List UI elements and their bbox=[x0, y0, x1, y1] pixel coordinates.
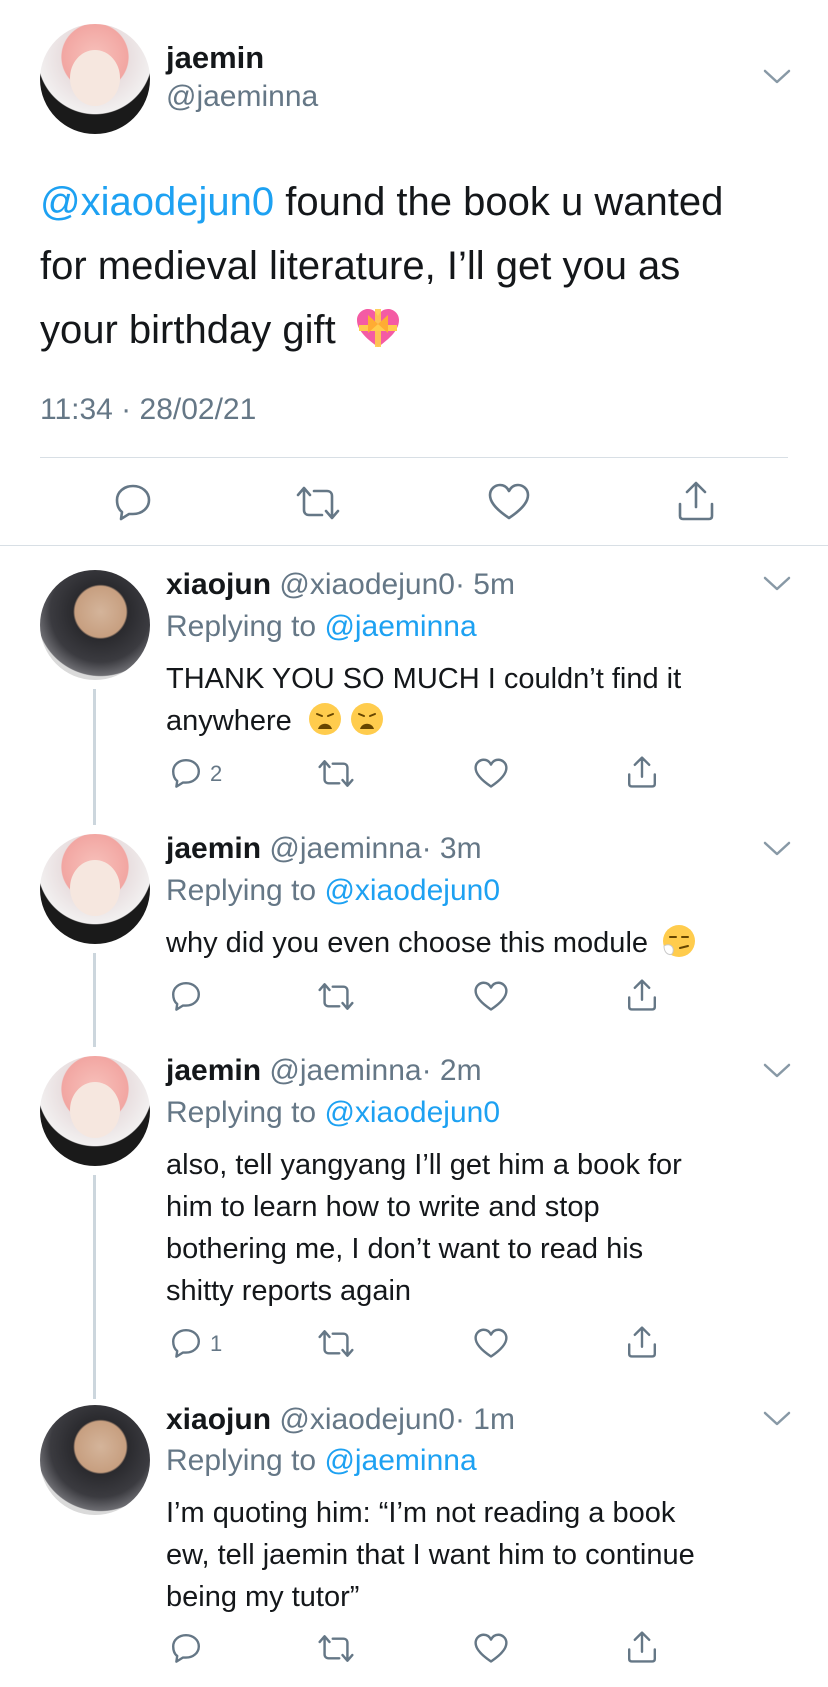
section-divider bbox=[0, 545, 828, 546]
sneezing-face-icon bbox=[662, 924, 696, 958]
reply-text-line: THANK YOU SO MUCH I couldn’t find it bbox=[166, 663, 682, 695]
reply-icon[interactable] bbox=[170, 757, 202, 789]
replying-to-label: Replying to bbox=[166, 610, 317, 643]
thread-line bbox=[93, 953, 96, 1047]
reply-icon[interactable] bbox=[170, 1327, 202, 1359]
retweet-icon[interactable] bbox=[318, 1633, 354, 1664]
retweet-icon[interactable] bbox=[318, 758, 354, 789]
reply-text: also, tell yangyang I’ll get him a book … bbox=[166, 1144, 806, 1312]
author-name[interactable]: jaemin bbox=[166, 1054, 261, 1087]
chevron-down-icon[interactable] bbox=[762, 68, 792, 86]
reply-text: THANK YOU SO MUCH I couldn’t find it any… bbox=[166, 658, 786, 742]
author-name[interactable]: jaemin bbox=[166, 40, 264, 76]
reply-text-line: shitty reports again bbox=[166, 1275, 412, 1307]
replying-to-link[interactable]: @xiaodejun0 bbox=[324, 1096, 500, 1129]
relative-time[interactable]: · 5m bbox=[455, 568, 515, 601]
tweet-text-line: found the book u wanted bbox=[274, 180, 724, 224]
divider bbox=[40, 457, 788, 458]
action-bar: 1 bbox=[166, 1325, 686, 1361]
avatar[interactable] bbox=[40, 570, 150, 680]
relative-time[interactable]: · 3m bbox=[422, 832, 482, 865]
reply-count: 2 bbox=[210, 761, 223, 786]
thread-line bbox=[93, 689, 96, 825]
mention-link[interactable]: @xiaodejun0 bbox=[40, 180, 274, 224]
author-handle[interactable]: @jaeminna bbox=[269, 1054, 421, 1087]
replying-to: Replying to @xiaodejun0 bbox=[166, 874, 500, 908]
author-name[interactable]: xiaojun bbox=[166, 1403, 271, 1436]
reply-icon[interactable] bbox=[170, 980, 202, 1012]
thread-line bbox=[93, 1175, 96, 1399]
replying-to: Replying to @jaeminna bbox=[166, 610, 477, 644]
author-handle[interactable]: @jaeminna bbox=[269, 832, 421, 865]
relative-time[interactable]: · 1m bbox=[455, 1403, 515, 1436]
replying-to: Replying to @jaeminna bbox=[166, 1444, 477, 1478]
action-bar bbox=[166, 1630, 686, 1666]
author-name[interactable]: jaemin bbox=[166, 832, 261, 865]
reply-header: xiaojun @xiaodejun0· 5m bbox=[166, 568, 515, 602]
weary-face-icon bbox=[308, 702, 342, 736]
replying-to-label: Replying to bbox=[166, 1096, 317, 1129]
avatar[interactable] bbox=[40, 834, 150, 944]
action-bar bbox=[166, 978, 686, 1014]
retweet-icon[interactable] bbox=[318, 981, 354, 1012]
reply-count: 1 bbox=[210, 1331, 223, 1356]
author-handle[interactable]: @xiaodejun0 bbox=[279, 1403, 455, 1436]
replying-to-link[interactable]: @jaeminna bbox=[324, 1444, 476, 1477]
chevron-down-icon[interactable] bbox=[762, 1062, 792, 1080]
author-name[interactable]: xiaojun bbox=[166, 568, 271, 601]
like-icon[interactable] bbox=[488, 483, 530, 521]
chevron-down-icon[interactable] bbox=[762, 1410, 792, 1428]
chevron-down-icon[interactable] bbox=[762, 575, 792, 593]
share-icon[interactable] bbox=[626, 978, 658, 1012]
reply-header: jaemin @jaeminna· 2m bbox=[166, 1054, 482, 1088]
reply-text-line: him to learn how to write and stop bbox=[166, 1191, 600, 1223]
action-bar: 2 bbox=[166, 755, 686, 791]
tweet-text-line: your birthday gift bbox=[40, 308, 336, 352]
like-icon[interactable] bbox=[474, 758, 508, 789]
avatar[interactable] bbox=[40, 1056, 150, 1166]
reply-text: I’m quoting him: “I’m not reading a book… bbox=[166, 1492, 806, 1618]
timestamp[interactable]: 11:34 · 28/02/21 bbox=[40, 393, 256, 427]
reply-text-line: also, tell yangyang I’ll get him a book … bbox=[166, 1149, 682, 1181]
share-icon[interactable] bbox=[626, 1325, 658, 1359]
reply-text-line: I’m quoting him: “I’m not reading a book bbox=[166, 1497, 676, 1529]
share-icon[interactable] bbox=[626, 1630, 658, 1664]
share-icon[interactable] bbox=[676, 480, 716, 522]
avatar[interactable] bbox=[40, 1405, 150, 1515]
replying-to-link[interactable]: @xiaodejun0 bbox=[324, 874, 500, 907]
reply-text: why did you even choose this module bbox=[166, 922, 806, 964]
reply-text-line: being my tutor” bbox=[166, 1581, 360, 1613]
like-icon[interactable] bbox=[474, 1328, 508, 1359]
reply-icon[interactable] bbox=[113, 482, 153, 522]
replying-to-label: Replying to bbox=[166, 1444, 317, 1477]
author-handle[interactable]: @xiaodejun0 bbox=[279, 568, 455, 601]
like-icon[interactable] bbox=[474, 1633, 508, 1664]
retweet-icon[interactable] bbox=[318, 1328, 354, 1359]
reply-text-line: bothering me, I don’t want to read his bbox=[166, 1233, 644, 1265]
reply-text-line: anywhere bbox=[166, 705, 292, 737]
reply-icon[interactable] bbox=[170, 1632, 202, 1664]
share-icon[interactable] bbox=[626, 755, 658, 789]
chevron-down-icon[interactable] bbox=[762, 840, 792, 858]
like-icon[interactable] bbox=[474, 981, 508, 1012]
replying-to: Replying to @xiaodejun0 bbox=[166, 1096, 500, 1130]
reply-header: jaemin @jaeminna· 3m bbox=[166, 832, 482, 866]
retweet-icon[interactable] bbox=[296, 484, 340, 522]
tweet-text-line: for medieval literature, I’ll get you as bbox=[40, 244, 681, 288]
heart-with-ribbon-icon bbox=[355, 306, 401, 370]
reply-header: xiaojun @xiaodejun0· 1m bbox=[166, 1403, 515, 1437]
relative-time[interactable]: · 2m bbox=[422, 1054, 482, 1087]
weary-face-icon bbox=[350, 702, 384, 736]
replying-to-label: Replying to bbox=[166, 874, 317, 907]
reply-text-line: why did you even choose this module bbox=[166, 927, 649, 959]
replying-to-link[interactable]: @jaeminna bbox=[324, 610, 476, 643]
author-handle[interactable]: @jaeminna bbox=[166, 80, 318, 114]
tweet-text: @xiaodejun0 found the book u wanted for … bbox=[40, 170, 800, 370]
reply-text-line: ew, tell jaemin that I want him to conti… bbox=[166, 1539, 695, 1571]
avatar[interactable] bbox=[40, 24, 150, 134]
